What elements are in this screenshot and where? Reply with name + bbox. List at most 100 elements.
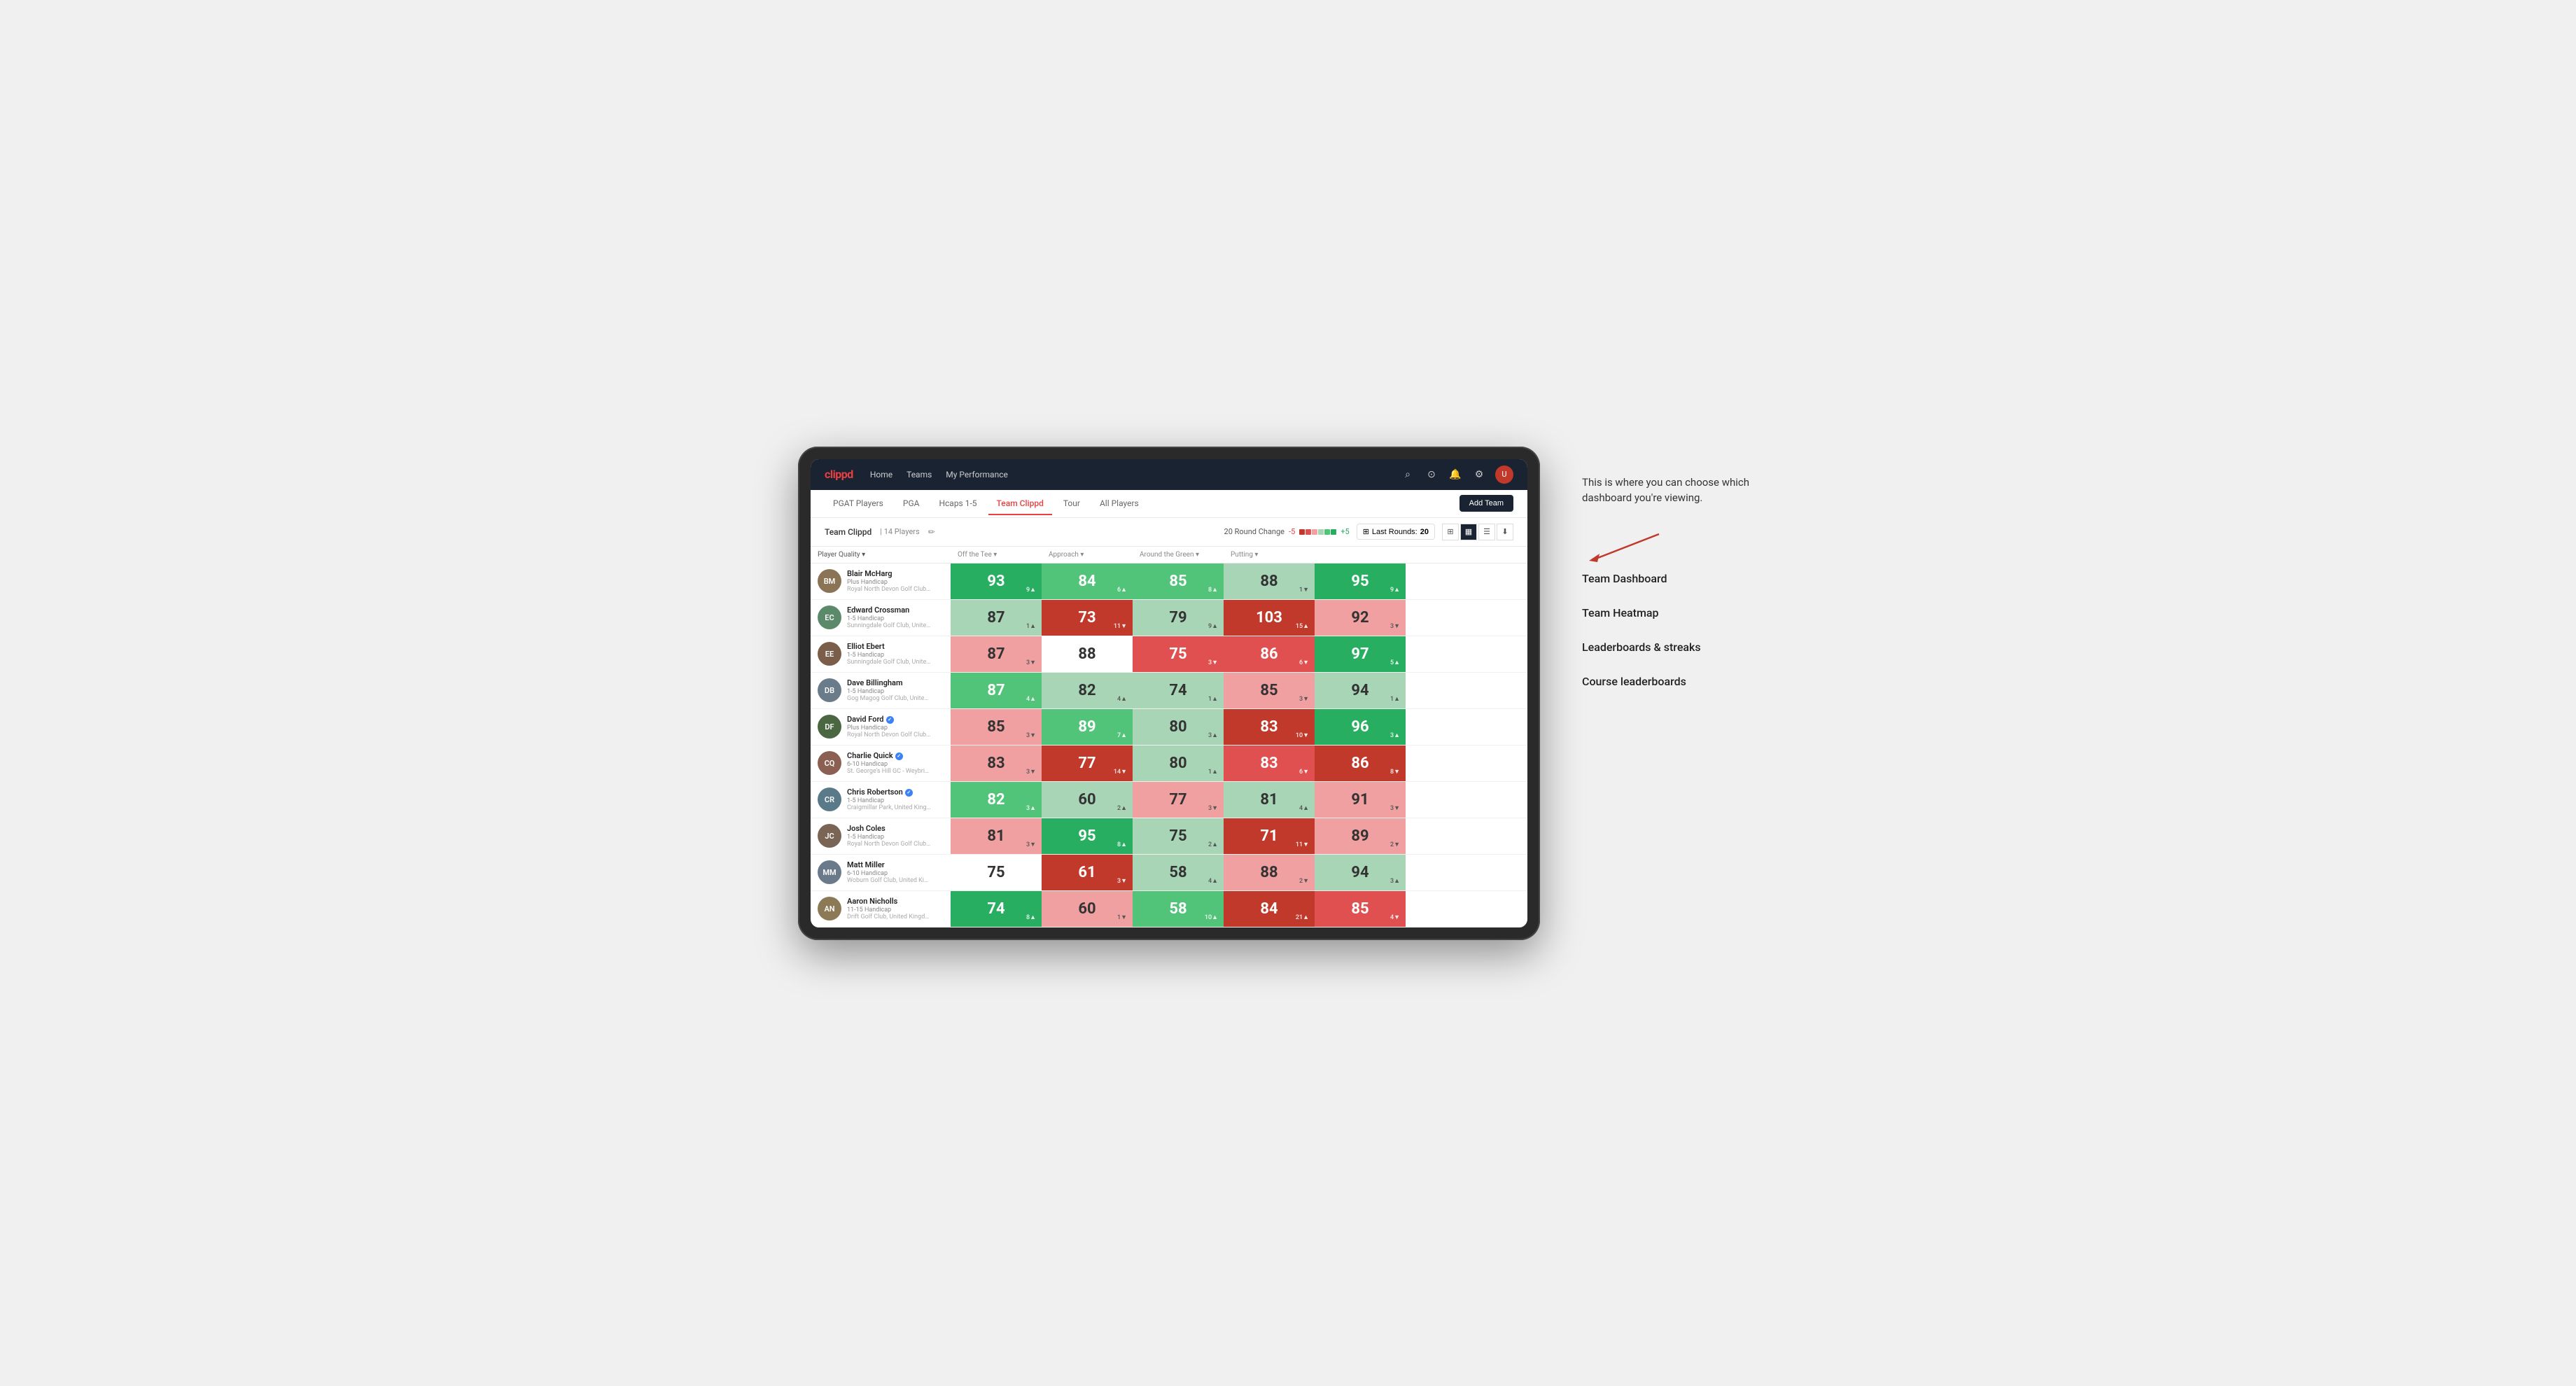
tab-tour[interactable]: Tour xyxy=(1055,493,1088,515)
heatmap-view-button[interactable]: ▦ xyxy=(1460,524,1477,540)
color-seg-green-dark xyxy=(1331,529,1336,535)
score-change: 3▼ xyxy=(1026,732,1036,739)
score-value: 95 xyxy=(1078,827,1096,845)
score-approach: 753▼ xyxy=(1133,636,1224,672)
score-change: 1▲ xyxy=(1208,695,1218,703)
list-view-button[interactable]: ☰ xyxy=(1478,524,1495,540)
player-details: Josh Coles1-5 HandicapRoyal North Devon … xyxy=(847,824,931,848)
score-value: 74 xyxy=(987,900,1004,918)
search-icon[interactable]: ⌕ xyxy=(1400,467,1415,482)
score-value: 79 xyxy=(1169,609,1186,626)
score-around_green: 7111▼ xyxy=(1224,818,1315,854)
last-rounds-button[interactable]: ⊞ Last Rounds: 20 xyxy=(1357,524,1435,540)
annotation-description: This is where you can choose which dashb… xyxy=(1582,475,1778,506)
score-off_tee: 82 4▲ xyxy=(1042,673,1133,708)
score-change: 3▲ xyxy=(1390,877,1400,885)
player-club: Royal North Devon Golf Club, United King… xyxy=(847,841,931,848)
nav-my-performance[interactable]: My Performance xyxy=(946,467,1008,482)
player-handicap: 11-15 Handicap xyxy=(847,906,931,913)
tab-hcaps[interactable]: Hcaps 1-5 xyxy=(930,493,985,515)
player-details: Charlie Quick✓6-10 HandicapSt. George's … xyxy=(847,751,931,775)
score-quality: 874▲ xyxy=(951,673,1042,708)
score-change: 3▼ xyxy=(1208,804,1218,812)
score-value: 82 xyxy=(1078,682,1096,699)
score-approach: 801▲ xyxy=(1133,746,1224,781)
player-row[interactable]: ECEdward Crossman1-5 HandicapSunningdale… xyxy=(811,600,1527,636)
nav-home[interactable]: Home xyxy=(870,467,892,482)
range-min: -5 xyxy=(1289,527,1295,536)
player-row[interactable]: BMBlair McHargPlus HandicapRoyal North D… xyxy=(811,564,1527,600)
bell-icon[interactable]: 🔔 xyxy=(1448,467,1463,482)
player-info: MMMatt Miller6-10 HandicapWoburn Golf Cl… xyxy=(811,855,951,890)
last-rounds-value: 20 xyxy=(1420,528,1429,536)
player-details: Dave Billingham1-5 HandicapGog Magog Gol… xyxy=(847,678,931,702)
player-row[interactable]: DFDavid Ford✓Plus HandicapRoyal North De… xyxy=(811,709,1527,746)
tab-all-players[interactable]: All Players xyxy=(1091,493,1147,515)
score-change: 3▲ xyxy=(1026,804,1036,812)
logo[interactable]: clippd xyxy=(825,468,853,481)
score-change: 3▼ xyxy=(1026,841,1036,848)
score-around_green: 8421▲ xyxy=(1224,891,1315,927)
player-club: Woburn Golf Club, United Kingdom xyxy=(847,877,931,884)
score-change: 3▼ xyxy=(1390,622,1400,630)
col-around-green[interactable]: Around the Green ▾ xyxy=(1133,547,1224,563)
view-icons: ⊞ ▦ ☰ ⬇ xyxy=(1442,524,1513,540)
score-putting: 854▼ xyxy=(1315,891,1406,927)
user-icon[interactable]: ⊙ xyxy=(1424,467,1439,482)
player-name: David Ford✓ xyxy=(847,715,931,724)
tab-pga[interactable]: PGA xyxy=(895,493,928,515)
more-view-button[interactable]: ⬇ xyxy=(1497,524,1513,540)
player-club: Royal North Devon Golf Club, United King… xyxy=(847,732,931,738)
player-details: Elliot Ebert1-5 HandicapSunningdale Golf… xyxy=(847,642,931,666)
score-off_tee: 7311▼ xyxy=(1042,600,1133,636)
player-handicap: 1-5 Handicap xyxy=(847,615,931,622)
tab-team-clippd[interactable]: Team Clippd xyxy=(988,493,1052,515)
player-name: Blair McHarg xyxy=(847,569,931,578)
player-info: CRChris Robertson✓1-5 HandicapCraigmilla… xyxy=(811,782,951,818)
edit-icon[interactable]: ✏ xyxy=(928,527,935,537)
settings-icon[interactable]: ⚙ xyxy=(1471,467,1487,482)
score-approach: 858▲ xyxy=(1133,564,1224,599)
score-off_tee: 88 xyxy=(1042,636,1133,672)
score-putting: 959▲ xyxy=(1315,564,1406,599)
score-change: 2▲ xyxy=(1208,841,1218,848)
player-handicap: 1-5 Handicap xyxy=(847,652,931,659)
score-value: 88 xyxy=(1078,645,1096,663)
score-change: 4▲ xyxy=(1117,695,1127,703)
score-value: 83 xyxy=(987,755,1004,772)
avatar[interactable]: U xyxy=(1495,465,1513,484)
player-details: Chris Robertson✓1-5 HandicapCraigmillar … xyxy=(847,788,931,811)
col-off-tee[interactable]: Off the Tee ▾ xyxy=(951,547,1042,563)
score-approach: 773▼ xyxy=(1133,782,1224,818)
round-change-section: 20 Round Change -5 +5 xyxy=(1224,527,1350,536)
score-quality: 813▼ xyxy=(951,818,1042,854)
col-putting[interactable]: Putting ▾ xyxy=(1224,547,1315,563)
score-value: 74 xyxy=(1169,682,1186,699)
grid-view-button[interactable]: ⊞ xyxy=(1442,524,1459,540)
score-putting: 892▼ xyxy=(1315,818,1406,854)
color-seg-red-light xyxy=(1312,529,1317,535)
player-row[interactable]: EEElliot Ebert1-5 HandicapSunningdale Go… xyxy=(811,636,1527,673)
score-around_green: 814▲ xyxy=(1224,782,1315,818)
score-change: 4▲ xyxy=(1208,877,1218,885)
player-club: Royal North Devon Golf Club, United King… xyxy=(847,586,931,593)
col-player[interactable]: Player Quality ▾ xyxy=(811,547,951,563)
player-row[interactable]: CQCharlie Quick✓6-10 HandicapSt. George'… xyxy=(811,746,1527,782)
score-change: 3▼ xyxy=(1390,804,1400,812)
player-row[interactable]: ANAaron Nicholls11-15 HandicapDrift Golf… xyxy=(811,891,1527,927)
player-row[interactable]: DBDave Billingham1-5 HandicapGog Magog G… xyxy=(811,673,1527,709)
score-value: 71 xyxy=(1260,827,1278,845)
player-row[interactable]: JCJosh Coles1-5 HandicapRoyal North Devo… xyxy=(811,818,1527,855)
score-quality: 748▲ xyxy=(951,891,1042,927)
add-team-button[interactable]: Add Team xyxy=(1460,495,1513,512)
player-row[interactable]: CRChris Robertson✓1-5 HandicapCraigmilla… xyxy=(811,782,1527,818)
arrow-svg xyxy=(1582,527,1666,562)
player-name: Charlie Quick✓ xyxy=(847,751,931,760)
score-change: 3▼ xyxy=(1117,877,1127,885)
tab-pgat-players[interactable]: PGAT Players xyxy=(825,493,892,515)
score-change: 7▲ xyxy=(1117,732,1127,739)
nav-teams[interactable]: Teams xyxy=(906,467,932,482)
score-value: 89 xyxy=(1078,718,1096,736)
col-approach[interactable]: Approach ▾ xyxy=(1042,547,1133,563)
player-row[interactable]: MMMatt Miller6-10 HandicapWoburn Golf Cl… xyxy=(811,855,1527,891)
